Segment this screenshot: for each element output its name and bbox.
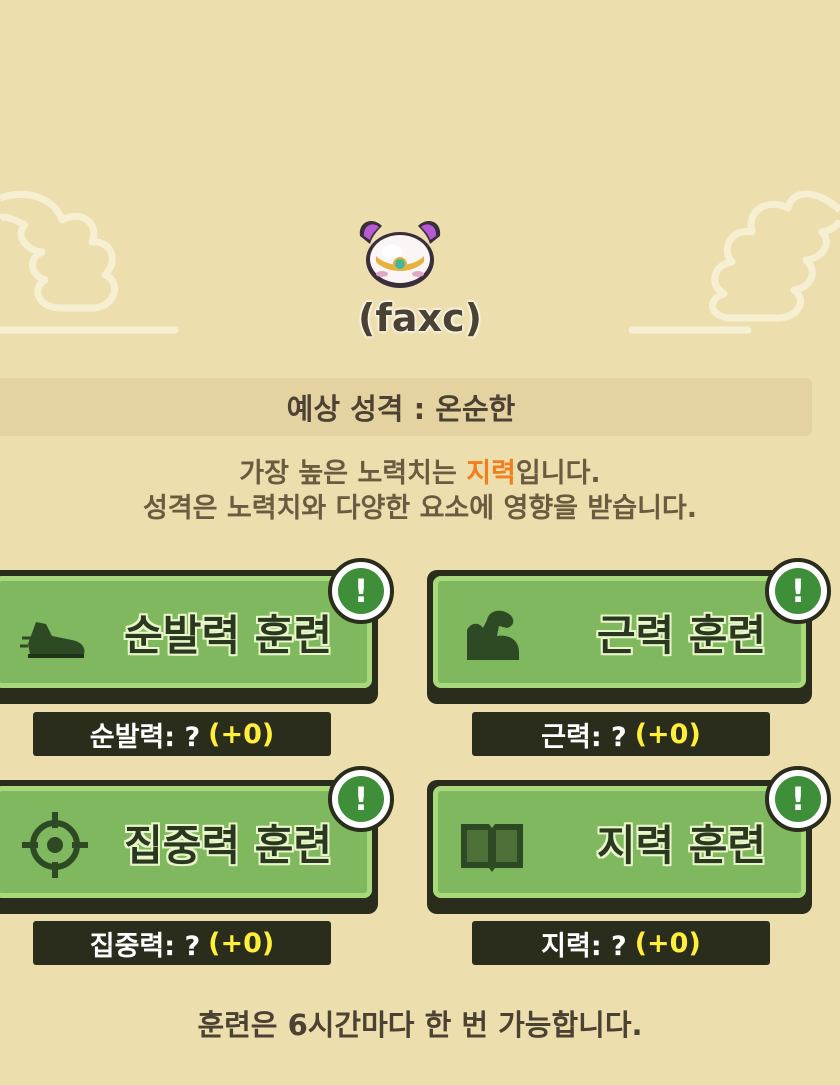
intelligence-stat-gain: (+0): [634, 927, 701, 959]
focus-training-button[interactable]: 집중력 훈련: [0, 780, 378, 908]
strength-stat-label: 근력: ?: [541, 721, 627, 753]
shoe-icon: [20, 622, 85, 658]
agility-stat-gain: (+0): [208, 718, 275, 750]
crosshair-icon: [22, 812, 88, 878]
pet-egg-sprite[interactable]: [348, 208, 452, 292]
intelligence-stat-box: 지력: ? (+0): [472, 921, 770, 965]
expected-personality-bar: 예상 성격 : 온순한: [0, 378, 812, 436]
focus-stat-box: 집중력: ? (+0): [33, 921, 331, 965]
agility-alert-badge: !: [328, 558, 394, 624]
strength-stat-box: 근력: ? (+0): [472, 712, 770, 756]
intelligence-training-button[interactable]: 지력 훈련: [427, 780, 812, 908]
highest-stat-highlight: 지력: [466, 458, 516, 489]
exclamation-icon: !: [775, 776, 821, 822]
focus-stat-gain: (+0): [208, 927, 275, 959]
agility-stat-box: 순발력: ? (+0): [33, 712, 331, 756]
strength-training-button[interactable]: 근력 훈련: [427, 570, 812, 698]
muscle-arm-icon: [467, 610, 519, 660]
training-cooldown-note: 훈련은 6시간마다 한 번 가능합니다.: [197, 1008, 643, 1042]
focus-alert-badge: !: [328, 766, 394, 832]
intelligence-alert-badge: !: [765, 766, 831, 832]
intelligence-stat-label: 지력: ?: [541, 930, 627, 962]
focus-training-label: 집중력 훈련: [124, 820, 332, 870]
agility-training-button[interactable]: 순발력 훈련: [0, 570, 378, 698]
exclamation-icon: !: [338, 776, 384, 822]
agility-training-label: 순발력 훈련: [124, 610, 332, 660]
intelligence-training-label: 지력 훈련: [596, 820, 766, 870]
effort-description-line2: 성격은 노력치와 다양한 요소에 영향을 받습니다.: [142, 493, 698, 524]
effort-description: 가장 높은 노력치는 지력입니다. 성격은 노력치와 다양한 요소에 영향을 받…: [0, 456, 840, 526]
strength-stat-gain: (+0): [634, 718, 701, 750]
exclamation-icon: !: [775, 568, 821, 614]
effort-description-line1: 가장 높은 노력치는 지력입니다.: [239, 458, 601, 489]
strength-training-label: 근력 훈련: [596, 610, 766, 660]
focus-stat-label: 집중력: ?: [89, 930, 201, 962]
strength-alert-badge: !: [765, 558, 831, 624]
exclamation-icon: !: [338, 568, 384, 614]
agility-stat-label: 순발력: ?: [89, 721, 201, 753]
expected-personality-label: 예상 성격 : 온순한: [286, 392, 516, 426]
pet-name: (faxc): [358, 296, 482, 340]
book-icon: [461, 824, 523, 872]
